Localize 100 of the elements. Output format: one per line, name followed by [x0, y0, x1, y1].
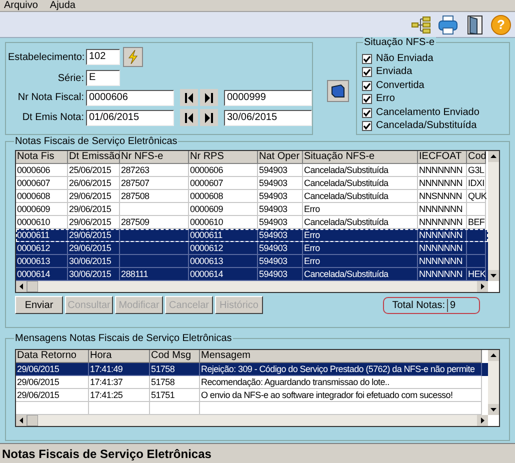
skip-last-icon — [205, 92, 213, 102]
table-cell: Erro — [304, 230, 320, 240]
table-cell: NNNNNNN — [419, 243, 462, 253]
table-cell: 287509 — [121, 217, 150, 227]
table-cell: NNNNNNN — [419, 256, 462, 266]
field-label: Estabelecimento: — [8, 50, 85, 64]
table-cell: 51758 — [151, 364, 175, 374]
table-row[interactable]: 0000606 25/06/2015 287263 0000606 594903 Cancelada/Substituída NNNNNNN G3L — [16, 164, 488, 177]
lightning-icon — [128, 50, 138, 64]
checkbox-label: Cancelamento Enviado — [376, 108, 480, 118]
table-cell: Cancelada/Substituída — [304, 269, 388, 279]
execute-button[interactable] — [327, 80, 349, 102]
table-row[interactable]: 0000609 29/06/2015 0000609 594903 Erro NNNNNNN — [16, 203, 488, 216]
lightning-button[interactable] — [123, 47, 143, 67]
column-header[interactable]: Nr RPS — [189, 151, 258, 164]
table-cell: 594903 — [259, 165, 288, 175]
table-cell: 594903 — [259, 269, 288, 279]
tree-icon — [411, 14, 431, 35]
checkbox[interactable] — [362, 108, 372, 118]
first-button[interactable] — [180, 89, 198, 106]
print-button[interactable] — [437, 14, 459, 36]
group-title: Mensagens Notas Fiscais de Serviço Eletrônicas — [14, 333, 233, 344]
tree-button[interactable] — [410, 14, 432, 36]
column-header[interactable]: Nota Fis — [16, 151, 68, 164]
total-label: Total Notas: — [392, 298, 445, 312]
table-cell: NNNNNNN — [419, 217, 462, 227]
table-row[interactable]: 0000610 29/06/2015 287509 0000610 594903 Cancelada/Substituída NNNNNNN BEF — [16, 216, 488, 229]
skip-first-icon — [185, 112, 193, 122]
checkbox[interactable] — [362, 80, 372, 91]
table-cell: 29/06/2015 — [69, 243, 112, 253]
table-cell: 29/06/2015 — [69, 230, 112, 240]
column-header[interactable]: Nr NFS-e — [120, 151, 189, 164]
column-header[interactable]: Mensagem — [200, 350, 482, 363]
table-row[interactable]: 0000608 29/06/2015 287508 0000608 594903 Cancelada/Substituída NNSNNNN QUK — [16, 190, 488, 203]
table-cell: IDXI — [468, 178, 484, 188]
vertical-scrollbar[interactable] — [488, 350, 499, 415]
table-cell: QUK — [468, 191, 487, 201]
input-field[interactable]: 102 — [86, 49, 120, 65]
table-cell: 25/06/2015 — [69, 165, 112, 175]
column-header[interactable]: Situação NFS-e — [303, 151, 418, 164]
table-cell: 287507 — [121, 178, 150, 188]
input-field[interactable]: E — [86, 70, 120, 86]
table-cell: Recomendação: Aguardando transmissao do lote.. — [201, 377, 390, 387]
status-bar: Notas Fiscais de Serviço Eletrônicas — [0, 443, 515, 463]
checkbox[interactable] — [362, 54, 372, 64]
first-button[interactable] — [180, 109, 198, 126]
checkbox-label: Convertida — [376, 80, 424, 91]
checkbox-label: Cancelada/Substituída — [376, 121, 477, 132]
table-row[interactable]: 0000611 29/06/2015 0000611 594903 Erro NNNNNNN — [16, 229, 488, 242]
table-cell: 29/06/2015 — [17, 377, 60, 387]
menu-item[interactable]: Ajuda — [50, 0, 76, 11]
last-button[interactable] — [200, 89, 218, 106]
checkbox[interactable] — [362, 67, 372, 78]
checkbox[interactable] — [362, 94, 372, 104]
table-cell: Erro — [304, 243, 320, 253]
table-row[interactable]: 0000607 26/06/2015 287507 0000607 594903 Cancelada/Substituída NNNNNNN IDXI — [16, 177, 488, 190]
horizontal-scrollbar[interactable] — [16, 281, 488, 292]
table-cell: O envio da NFS-e ao software integrador foi efetuado com sucesso! — [201, 390, 453, 400]
table-cell: 30/06/2015 — [69, 269, 112, 279]
table-cell: Erro — [304, 204, 320, 214]
table-cell: 287263 — [121, 165, 150, 175]
input-field[interactable]: 0000999 — [224, 90, 312, 106]
action-button[interactable]: Enviar — [15, 296, 63, 314]
column-header[interactable]: IECFOAT — [418, 151, 467, 164]
column-header[interactable]: Nat Oper — [258, 151, 303, 164]
last-button[interactable] — [200, 109, 218, 126]
table-cell: 17:41:49 — [90, 364, 123, 374]
checkbox[interactable] — [362, 121, 372, 132]
table-cell: Cancelada/Substituída — [304, 191, 388, 201]
column-header[interactable]: Cod Msg — [150, 350, 200, 363]
table-cell: 0000612 — [17, 243, 50, 253]
left-arrow-icon — [16, 281, 38, 292]
column-header[interactable]: Cod — [467, 151, 486, 164]
vertical-scrollbar[interactable] — [488, 151, 499, 281]
table-cell: 0000609 — [190, 204, 223, 214]
group-title: Notas Fiscais de Serviço Eletrônicas — [14, 136, 178, 147]
table-row[interactable]: 0000613 30/06/2015 0000613 594903 Erro NNNNNNN — [16, 255, 488, 268]
exit-icon — [465, 14, 485, 35]
horizontal-scrollbar[interactable] — [16, 415, 488, 426]
input-field[interactable]: 0000606 — [86, 90, 174, 106]
column-header[interactable]: Data Retorno — [16, 350, 89, 363]
table-cell: Rejeição: 309 - Código do Serviço Prestado (5762) da NFS-e não permite — [201, 364, 475, 374]
print-icon — [438, 14, 458, 35]
input-field[interactable]: 30/06/2015 — [224, 110, 312, 126]
table-cell: 0000612 — [190, 243, 223, 253]
column-header[interactable]: Hora — [89, 350, 150, 363]
table-cell: 0000611 — [190, 230, 222, 240]
input-field[interactable]: 01/06/2015 — [86, 110, 174, 126]
table-cell: 0000611 — [17, 230, 50, 240]
table-row[interactable]: 0000612 29/06/2015 0000612 594903 Erro NNNNNNN — [16, 242, 488, 255]
menu-item[interactable]: Arquivo — [4, 0, 38, 11]
column-header[interactable]: Dt Emissão — [68, 151, 120, 164]
table-row[interactable]: 0000614 30/06/2015 288111 0000614 594903 Cancelada/Substituída NNNNNNN HEK — [16, 268, 488, 281]
table-cell: 0000613 — [17, 256, 50, 266]
table-cell: NNNNNNN — [419, 204, 462, 214]
left-arrow-icon — [16, 415, 38, 426]
table-cell: 287508 — [121, 191, 150, 201]
table-cell: Erro — [304, 256, 320, 266]
table-cell: 594903 — [259, 204, 288, 214]
table-row[interactable]: 29/06/2015 17:41:49 51758 Rejeição: 309 - Código do Serviço Prestado (5762) da NFS-e não permite — [16, 363, 488, 376]
